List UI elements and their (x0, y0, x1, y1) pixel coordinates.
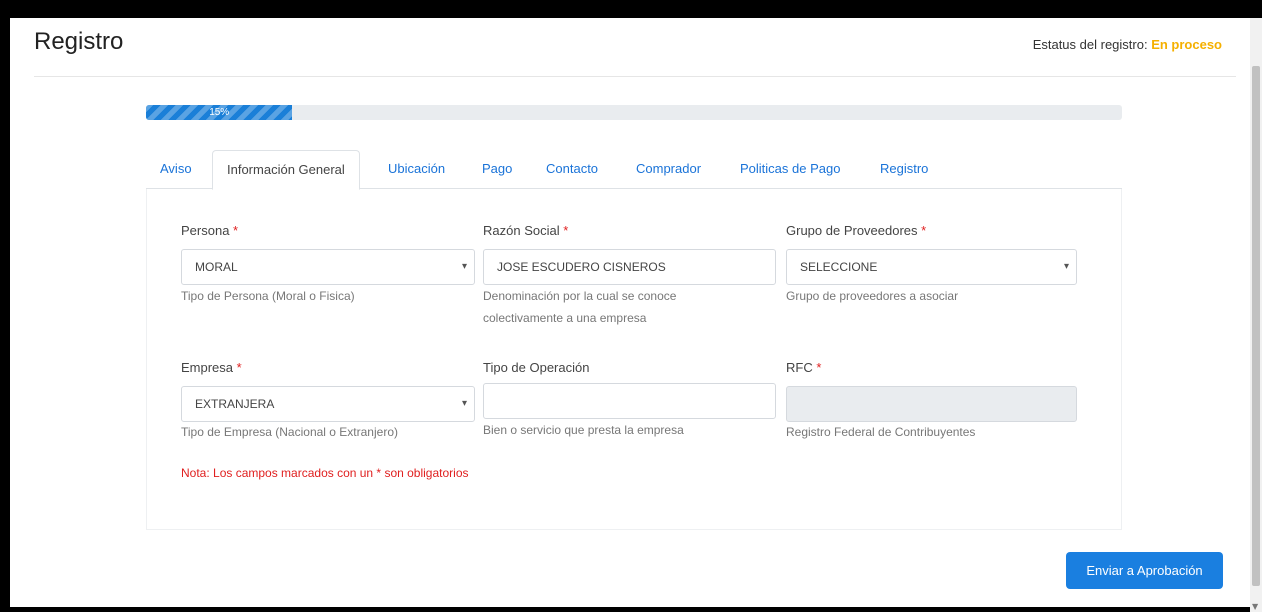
tab-aviso[interactable]: Aviso (146, 150, 206, 189)
tab-comprador[interactable]: Comprador (622, 150, 715, 189)
status-label: Estatus del registro: (1032, 37, 1148, 52)
persona-help: Tipo de Persona (Moral o Fisica) (181, 289, 355, 303)
razon-social-help-line1: Denominación por la cual se conoce (483, 289, 677, 303)
grupo-proveedores-select[interactable]: SELECCIONE (786, 249, 1077, 285)
form-tabs: Aviso Información General Ubicación Pago… (146, 150, 1122, 190)
tipo-operacion-help: Bien o servicio que presta la empresa (483, 423, 684, 437)
tab-informacion-general[interactable]: Información General (212, 150, 360, 190)
progress-bar: 15% (146, 105, 293, 120)
required-marker: * (921, 223, 927, 238)
tipo-operacion-label: Tipo de Operación (483, 360, 589, 375)
tipo-operacion-label-text: Tipo de Operación (483, 360, 590, 375)
required-fields-note: Nota: Los campos marcados con un * son o… (181, 466, 469, 480)
empresa-help: Tipo de Empresa (Nacional o Extranjero) (181, 425, 398, 439)
rfc-help: Registro Federal de Contribuyentes (786, 425, 976, 439)
header-divider (34, 76, 1236, 77)
window-bottom-border (10, 607, 1250, 612)
scroll-down-arrow-icon[interactable]: ▼ (1252, 602, 1258, 611)
window-left-border (0, 0, 10, 612)
razon-social-label-text: Razón Social (483, 223, 560, 238)
persona-label-text: Persona (181, 223, 230, 238)
required-marker: * (236, 360, 242, 375)
grupo-proveedores-label-text: Grupo de Proveedores (786, 223, 918, 238)
tab-pago[interactable]: Pago (468, 150, 526, 189)
submit-for-approval-button[interactable]: Enviar a Aprobación (1066, 552, 1223, 589)
status-badge: En proceso (1151, 37, 1222, 52)
tab-contacto[interactable]: Contacto (532, 150, 612, 189)
empresa-label: Empresa * (181, 360, 242, 375)
rfc-input[interactable] (786, 386, 1077, 422)
razon-social-help-line2: colectivamente a una empresa (483, 311, 647, 325)
razon-social-input[interactable]: JOSE ESCUDERO CISNEROS (483, 249, 776, 285)
grupo-proveedores-label: Grupo de Proveedores * (786, 223, 926, 238)
required-marker: * (233, 223, 239, 238)
vertical-scrollbar[interactable]: ▼ (1250, 18, 1262, 612)
empresa-label-text: Empresa (181, 360, 234, 375)
progress-track: 15% (146, 105, 1122, 120)
required-marker: * (816, 360, 822, 375)
grupo-proveedores-help: Grupo de proveedores a asociar (786, 289, 959, 303)
razon-social-label: Razón Social * (483, 223, 568, 238)
tab-politicas-de-pago[interactable]: Politicas de Pago (726, 150, 854, 189)
empresa-select[interactable]: EXTRANJERA (181, 386, 475, 422)
page-title: Registro (34, 28, 124, 55)
required-marker: * (563, 223, 569, 238)
persona-label: Persona * (181, 223, 238, 238)
rfc-label-text: RFC (786, 360, 813, 375)
window-top-border (0, 0, 1262, 18)
scrollbar-thumb[interactable] (1252, 66, 1260, 586)
tab-registro[interactable]: Registro (866, 150, 942, 189)
tipo-operacion-input[interactable] (483, 383, 776, 419)
registration-status: Estatus del registro: En proceso (1033, 37, 1222, 52)
tab-ubicacion[interactable]: Ubicación (374, 150, 459, 189)
rfc-label: RFC * (786, 360, 821, 375)
persona-select[interactable]: MORAL (181, 249, 475, 285)
